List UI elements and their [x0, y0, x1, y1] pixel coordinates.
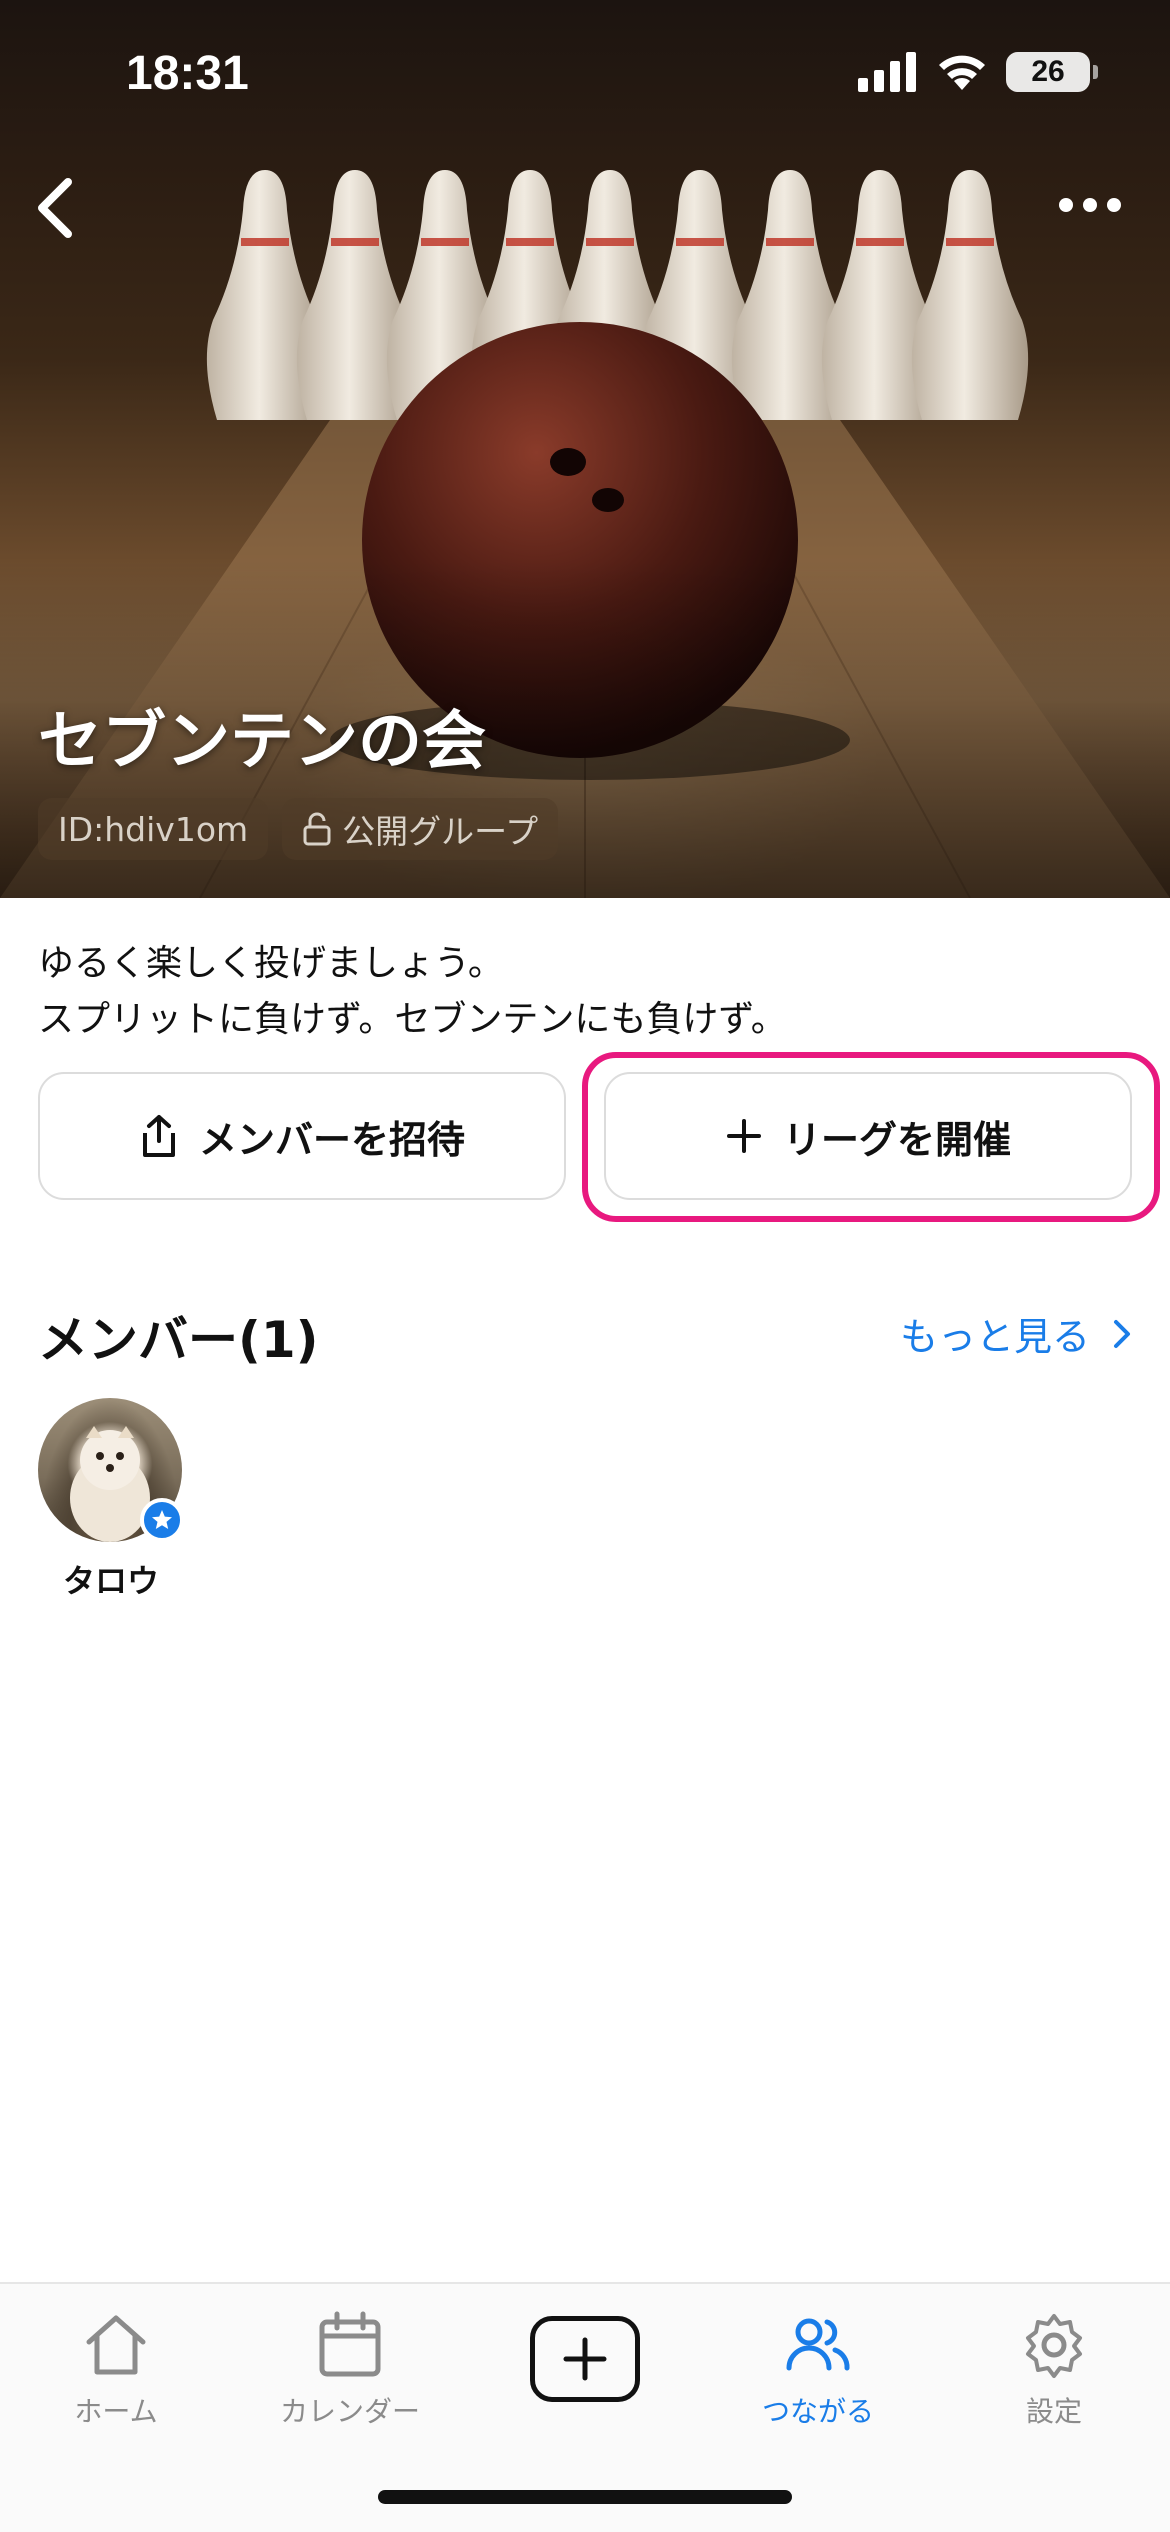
description-line: スプリットに負けず。セブンテンにも負けず。 [38, 999, 787, 1040]
tab-home[interactable]: ホーム [26, 2308, 206, 2430]
ellipsis-icon [1059, 198, 1121, 212]
plus-icon [726, 1119, 761, 1153]
calendar-icon [319, 2311, 381, 2377]
add-icon [563, 2337, 607, 2381]
member-name: タロウ [62, 1562, 159, 1600]
tab-add[interactable] [495, 2308, 675, 2402]
description-line: ゆるく楽しく投げましょう。 [38, 943, 504, 984]
group-cover-image: 18:31 26 セブンテンの会 ID:hdiv1om 公開グループ [0, 0, 1170, 898]
home-icon [86, 2315, 146, 2375]
gear-icon [1026, 2314, 1082, 2378]
group-id-label: ID:hdiv1om [58, 809, 249, 849]
group-id-chip: ID:hdiv1om [38, 798, 269, 860]
battery-icon: 26 [1006, 52, 1098, 92]
invite-member-button[interactable]: メンバーを招待 [38, 1072, 566, 1200]
group-description: ゆるく楽しく投げましょう。 スプリットに負けず。セブンテンにも負けず。 [38, 936, 787, 1048]
group-meta-chips: ID:hdiv1om 公開グループ [38, 798, 559, 860]
tab-connect-label: つながる [761, 2395, 874, 2428]
member-item[interactable]: タロウ [38, 1398, 184, 1602]
wifi-icon [939, 55, 985, 90]
share-icon [142, 1115, 175, 1157]
invite-member-label: メンバーを招待 [198, 1117, 465, 1162]
more-options-button[interactable] [1050, 180, 1130, 230]
see-more-label: もっと見る [899, 1315, 1090, 1359]
add-button[interactable] [530, 2316, 640, 2402]
avatar [38, 1398, 184, 1542]
group-actions: メンバーを招待 リーグを開催 [38, 1072, 1132, 1200]
unlock-icon [303, 812, 331, 846]
members-title: メンバー(1) [38, 1311, 319, 1369]
people-icon [786, 2318, 850, 2371]
host-league-label: リーグを開催 [782, 1117, 1011, 1162]
home-indicator [378, 2490, 792, 2504]
members-section-header: メンバー(1) もっと見る [38, 1300, 1132, 1370]
tab-calendar[interactable]: カレンダー [260, 2308, 440, 2430]
visibility-chip: 公開グループ [282, 798, 559, 860]
tab-connect[interactable]: つながる [728, 2308, 908, 2430]
host-league-button[interactable]: リーグを開催 [604, 1072, 1132, 1200]
status-bar: 18:31 26 [0, 0, 1170, 150]
tab-settings[interactable]: 設定 [964, 2308, 1144, 2430]
visibility-label: 公開グループ [342, 812, 539, 851]
status-icons: 26 [858, 52, 1098, 92]
tab-calendar-label: カレンダー [279, 2395, 420, 2428]
leader-badge [140, 1498, 184, 1542]
cellular-signal-icon [858, 52, 916, 92]
tab-home-label: ホーム [74, 2395, 158, 2428]
tab-settings-label: 設定 [1025, 2395, 1082, 2428]
star-icon [152, 1510, 172, 1529]
back-button[interactable] [22, 168, 92, 248]
chevron-left-icon [38, 178, 72, 238]
group-name: セブンテンの会 [38, 705, 486, 779]
see-more-link[interactable]: もっと見る [900, 1306, 1132, 1361]
status-time: 18:31 [126, 47, 249, 100]
chevron-right-icon [1114, 1319, 1130, 1348]
